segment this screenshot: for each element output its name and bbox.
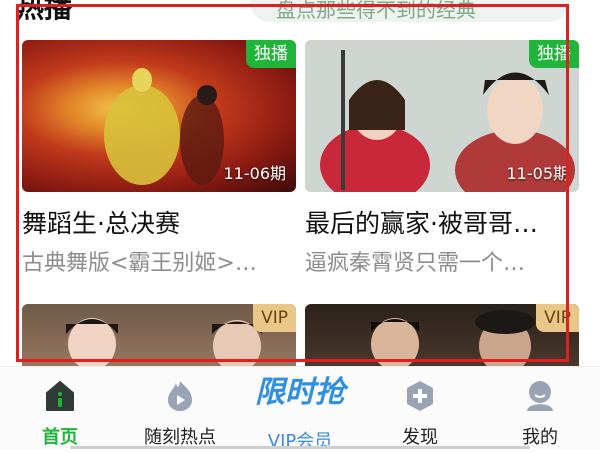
section-title: 热播 [16,0,73,24]
video-thumbnail[interactable]: 独播 11-06期 [22,40,296,192]
exclusive-badge: 独播 [529,40,579,68]
tab-trending[interactable]: 随刻热点 [120,367,240,450]
bottom-tab-bar: 首页 随刻热点 限时抢 VIP会员 发现 我的 [0,366,600,452]
episode-label: 11-05期 [506,164,570,183]
vip-badge: VIP [536,304,579,332]
vip-badge: VIP [253,304,296,332]
tab-label: VIP会员 [267,431,333,452]
video-card-2[interactable]: 独播 11-05期 最后的赢家·被哥哥… 逼疯秦霄贤只需一个… [305,40,579,280]
tab-home[interactable]: 首页 [0,367,120,450]
search-bar[interactable]: 盘点那些得不到的经典 [250,0,570,22]
flame-play-icon [168,381,192,411]
tab-discover[interactable]: 发现 [360,367,480,450]
tab-vip[interactable]: 限时抢 VIP会员 [240,367,360,452]
video-card-1[interactable]: 独播 11-06期 舞蹈生·总决赛 古典舞版<霸王别姬>… [22,40,296,280]
video-title[interactable]: 舞蹈生·总决赛 [22,204,180,240]
video-subtitle: 逼疯秦霄贤只需一个… [305,251,526,276]
discover-plus-icon [407,381,433,411]
exclusive-badge: 独播 [246,40,296,68]
video-title[interactable]: 最后的赢家·被哥哥… [305,204,538,240]
video-subtitle: 古典舞版<霸王别姬>… [22,251,257,276]
video-thumbnail[interactable]: VIP [22,304,296,366]
tab-profile[interactable]: 我的 [480,367,600,450]
video-card-4[interactable]: VIP [305,304,579,366]
video-card-3[interactable]: VIP [22,304,296,366]
profile-icon [527,381,553,411]
video-thumbnail[interactable]: VIP [305,304,579,366]
episode-label: 11-06期 [223,164,287,183]
search-placeholder: 盘点那些得不到的经典 [276,0,476,22]
video-thumbnail[interactable]: 独播 11-05期 [305,40,579,192]
vip-logo: 限时抢 [255,375,345,410]
home-icon [46,381,74,411]
top-header: 热播 盘点那些得不到的经典 [0,0,600,30]
